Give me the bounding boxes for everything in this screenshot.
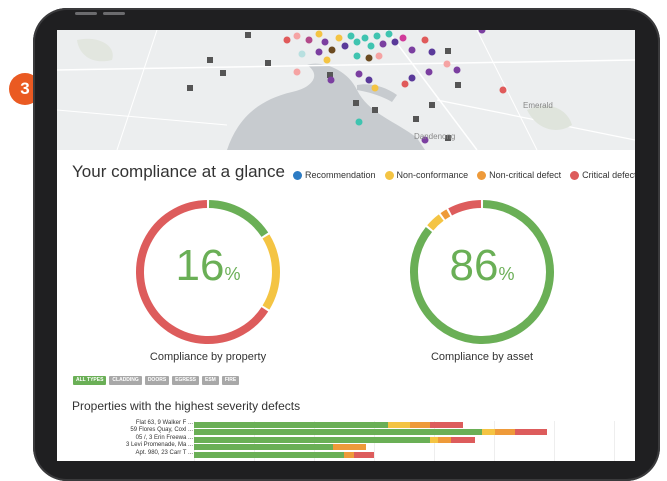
asset-compliance-value: 86% [449, 241, 515, 290]
severity-bar-segment[interactable] [194, 451, 344, 458]
severity-bar-segment[interactable] [430, 436, 438, 443]
severity-row-label: Flat 63, 9 Walker F ... [135, 420, 193, 426]
filter-egress[interactable]: EGRESS [172, 376, 199, 385]
severity-bar-segment[interactable] [333, 444, 366, 451]
asset-gauge-label: Compliance by asset [430, 351, 534, 363]
legend-dot-icon [570, 170, 580, 180]
legend-label: Recommendation [305, 170, 376, 180]
filter-doors[interactable]: DOORS [144, 376, 170, 385]
severity-bar-segment[interactable] [495, 429, 515, 436]
filter-esm[interactable]: ESM [202, 376, 219, 385]
gauge-segment[interactable] [208, 200, 269, 238]
map-canvas[interactable]: Emerald Dandenong [57, 30, 635, 150]
severity-bar-segment[interactable] [194, 429, 482, 436]
gauge-segment[interactable] [448, 200, 482, 216]
severity-bar-segment[interactable] [515, 429, 547, 436]
severity-bar-segment[interactable] [438, 436, 451, 443]
legend-item-critical-defect[interactable]: Critical defect [570, 170, 635, 180]
map-place-label: Dandenong [414, 132, 455, 141]
legend-label: Critical defect [582, 170, 635, 180]
page-title: Your compliance at a glance [72, 162, 285, 181]
severity-bar-segment[interactable] [451, 436, 475, 443]
filter-all-types[interactable]: ALL TYPES [73, 376, 107, 385]
severity-bar-segment[interactable] [430, 422, 463, 428]
property-compliance-value: 16% [175, 241, 241, 290]
severity-bar-segment[interactable] [194, 422, 388, 428]
app-screen: Emerald Dandenong Your compliance at a g… [57, 30, 635, 461]
gauge-segment[interactable] [427, 214, 444, 231]
severity-bar-segment[interactable] [410, 422, 430, 428]
severity-row[interactable]: Apt. 980, 23 Carr T ... [57, 449, 635, 458]
legend-dot-icon [293, 170, 302, 180]
severity-bar-segment[interactable] [194, 444, 333, 451]
legend-item-recommendation[interactable]: Recommendation [293, 170, 376, 180]
map[interactable]: Emerald Dandenong [57, 30, 635, 150]
map-place-label: Emerald [523, 101, 553, 110]
severity-row-label: 3 Levi Promenade, Ma ... [125, 442, 193, 449]
severity-row-label: 05 /, 3 Erin Freewa ... [135, 434, 193, 441]
severity-bar-segment[interactable] [482, 429, 495, 436]
defect-type-filters: ALL TYPES CLADDING DOORS EGRESS ESM FIRE [73, 376, 240, 385]
legend-item-non-critical-defect[interactable]: Non-critical defect [477, 170, 561, 180]
severity-bar-segment[interactable] [194, 436, 430, 443]
severity-row-label: Apt. 980, 23 Carr T ... [135, 449, 193, 456]
legend-item-non-conformance[interactable]: Non-conformance [384, 170, 469, 180]
legend-dot-icon [384, 170, 394, 180]
severity-section-title: Properties with the highest severity def… [72, 399, 301, 413]
legend-dot-icon [477, 170, 487, 180]
severity-row-label: 59 Flores Quay, Coxl ... [130, 427, 193, 434]
filter-fire[interactable]: FIRE [221, 376, 240, 385]
property-gauge-label: Compliance by property [149, 351, 267, 363]
tablet-button [103, 12, 125, 15]
legend-label: Non-critical defect [489, 170, 562, 180]
filter-cladding[interactable]: CLADDING [109, 376, 142, 385]
gauge-segment[interactable] [440, 209, 451, 220]
severity-bar-segment[interactable] [354, 451, 374, 458]
severity-bar-segment[interactable] [344, 451, 354, 458]
legend-label: Non-conformance [396, 170, 469, 180]
tablet-button [75, 12, 97, 15]
chart-legend: Recommendation Non-conformance Non-criti… [293, 170, 635, 180]
severity-bar-segment[interactable] [388, 422, 410, 428]
